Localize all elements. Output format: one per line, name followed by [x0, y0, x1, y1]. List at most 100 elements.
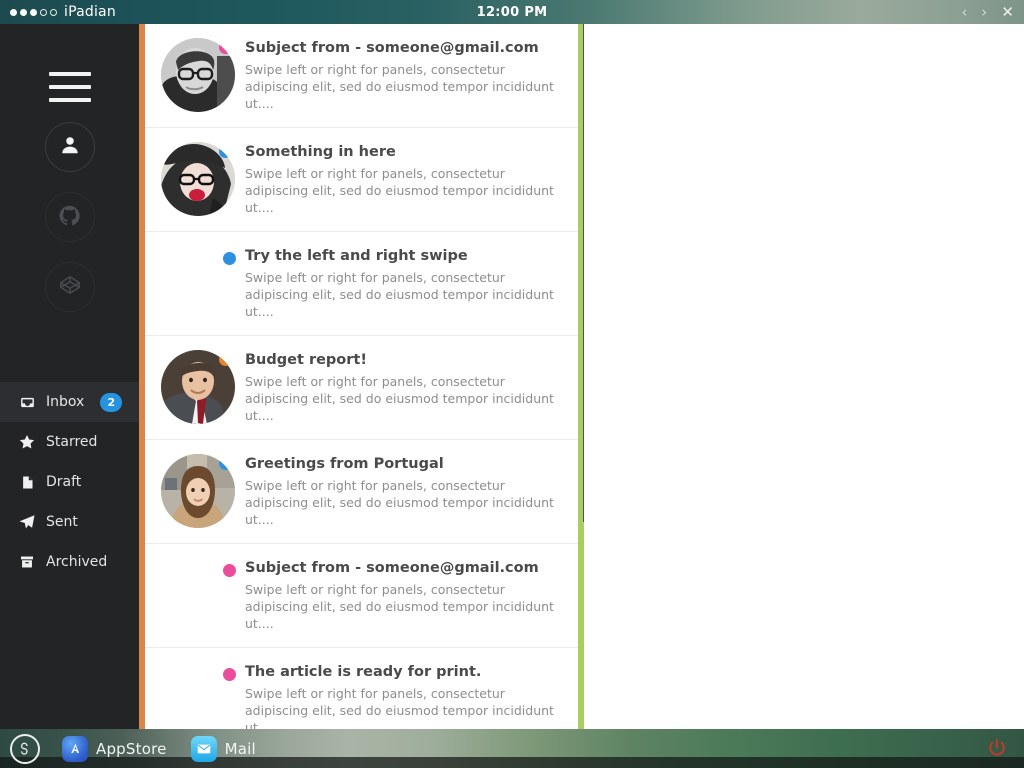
mail-item-body: Something in here Swipe left or right for… [245, 142, 560, 217]
mail-preview-text: Swipe left or right for panels, consecte… [245, 62, 554, 112]
mail-item-body: Subject from - someone@gmail.com Swipe le… [245, 38, 560, 113]
avatar [161, 350, 235, 425]
mail-preview-text: Swipe left or right for panels, consecte… [245, 582, 554, 632]
mail-avatar-column [161, 350, 245, 425]
mail-avatar-column [161, 246, 245, 266]
archive-icon [18, 553, 36, 571]
ipadian-home-button[interactable] [10, 733, 40, 764]
mail-list-item[interactable]: The article is ready for print. Swipe lef… [145, 648, 578, 729]
taskbar-app-mail[interactable]: Mail [190, 735, 256, 762]
power-button[interactable] [986, 737, 1008, 763]
mail-subject: Budget report! [245, 352, 367, 369]
mail-avatar-column [161, 142, 245, 217]
github-button[interactable] [44, 192, 95, 242]
unread-status-dot [219, 353, 232, 367]
signal-dot [20, 8, 27, 16]
unread-status-dot [223, 564, 236, 578]
mail-subject: Greetings from Portugal [245, 456, 444, 473]
close-icon[interactable]: ✕ [1001, 4, 1014, 20]
taskbar: AppStore Mail [0, 729, 1024, 768]
document-icon [18, 473, 36, 491]
mail-item-body: Budget report! Swipe left or right for pa… [245, 350, 560, 425]
back-icon[interactable]: ‹ [961, 4, 967, 20]
clock-label: 12:00 PM [476, 4, 548, 20]
mail-item-body: Try the left and right swipe Swipe left o… [245, 246, 560, 321]
system-top-bar: iPadian 12:00 PM ‹ › ✕ [0, 0, 1024, 24]
mail-avatar-column [161, 38, 245, 112]
profile-button[interactable] [44, 122, 95, 172]
mail-list-item[interactable]: Try the left and right swipe Swipe left o… [145, 232, 578, 337]
sidebar-item-draft[interactable]: Draft [0, 462, 139, 502]
sidebar-item-label: Archived [46, 554, 108, 570]
sidebar-nav: Inbox 2 Starred Draft Sent Archived [0, 382, 139, 582]
mail-preview-text: Swipe left or right for panels, consecte… [245, 686, 554, 729]
mail-list-item[interactable]: Subject from - someone@gmail.com Swipe le… [145, 544, 578, 649]
avatar [161, 38, 235, 112]
signal-strength-dots [10, 8, 57, 16]
ipadian-logo-icon [10, 733, 40, 764]
mail-preview-text: Swipe left or right for panels, consecte… [245, 270, 554, 320]
unread-status-dot [223, 668, 236, 682]
mail-subject: Subject from - someone@gmail.com [245, 560, 539, 577]
platform-brand-label: iPadian [64, 4, 116, 20]
menu-icon-bar [48, 85, 91, 89]
sidebar-item-label: Sent [46, 514, 78, 530]
unread-status-dot [219, 41, 232, 54]
mail-avatar-column [161, 454, 245, 529]
mail-list-item[interactable]: Something in here Swipe left or right for… [145, 128, 578, 233]
forward-icon[interactable]: › [981, 4, 987, 20]
mail-list-panel: Subject from - someone@gmail.com Swipe le… [145, 24, 584, 729]
mail-list-item[interactable]: Greetings from Portugal Swipe left or rig… [145, 440, 578, 545]
sidebar-item-starred[interactable]: Starred [0, 422, 139, 462]
sidebar-item-label: Draft [46, 474, 82, 490]
mail-list-item[interactable]: Subject from - someone@gmail.com Swipe le… [145, 24, 578, 129]
mail-preview-text: Swipe left or right for panels, consecte… [245, 478, 554, 528]
mail-app-window: Inbox 2 Starred Draft Sent Archived Subject f… [0, 24, 1024, 729]
signal-dot [50, 8, 57, 16]
sidebar-item-label: Starred [46, 434, 98, 450]
user-icon [59, 134, 81, 160]
signal-dot [10, 8, 17, 16]
sidebar-item-sent[interactable]: Sent [0, 502, 139, 542]
mail-subject: Try the left and right swipe [245, 248, 468, 265]
taskbar-app-label: AppStore [96, 739, 167, 758]
mail-reading-pane[interactable] [584, 24, 1024, 729]
mail-preview-text: Swipe left or right for panels, consecte… [245, 166, 554, 216]
star-icon [18, 433, 36, 451]
window-controls: ‹ › ✕ [961, 4, 1024, 20]
mail-subject: Subject from - someone@gmail.com [245, 40, 539, 56]
mail-avatar-column [161, 662, 245, 682]
menu-icon-bar [48, 72, 91, 76]
send-icon [18, 513, 36, 531]
codepen-icon [59, 274, 81, 300]
signal-dot [40, 8, 47, 16]
sidebar-item-archived[interactable]: Archived [0, 542, 139, 582]
mail-subject: The article is ready for print. [245, 664, 482, 681]
mail-list: Subject from - someone@gmail.com Swipe le… [145, 24, 578, 729]
github-icon [59, 205, 80, 230]
menu-icon[interactable] [48, 72, 91, 102]
mail-subject: Something in here [245, 144, 396, 161]
sidebar-item-badge: 2 [100, 392, 123, 412]
codepen-button[interactable] [44, 262, 95, 312]
mail-icon [190, 735, 217, 762]
appstore-icon [62, 735, 88, 762]
unread-status-dot [219, 457, 232, 471]
mail-item-body: Greetings from Portugal Swipe left or rig… [245, 454, 560, 529]
sidebar: Inbox 2 Starred Draft Sent Archived [0, 24, 139, 729]
sidebar-item-label: Inbox [46, 394, 85, 410]
mail-item-body: Subject from - someone@gmail.com Swipe le… [245, 558, 560, 633]
inbox-icon [18, 393, 36, 411]
sidebar-item-inbox[interactable]: Inbox 2 [0, 382, 139, 422]
avatar [161, 142, 235, 217]
mail-preview-text: Swipe left or right for panels, consecte… [245, 374, 554, 424]
signal-dot [30, 8, 37, 16]
taskbar-app-appstore[interactable]: AppStore [62, 735, 167, 762]
menu-icon-bar [48, 98, 91, 102]
mail-list-scrollbar-thumb[interactable] [583, 24, 584, 522]
avatar [161, 454, 235, 529]
unread-status-dot [223, 252, 236, 266]
mail-avatar-column [161, 558, 245, 578]
mail-list-item[interactable]: Budget report! Swipe left or right for pa… [145, 336, 578, 441]
taskbar-app-label: Mail [224, 739, 256, 758]
